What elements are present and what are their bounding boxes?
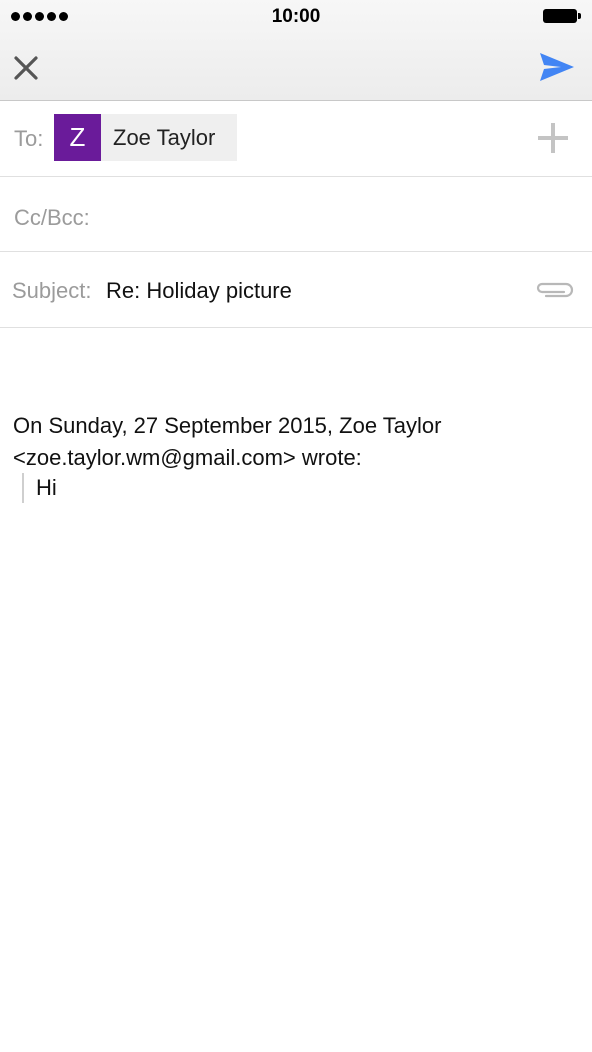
subject-label: Subject: <box>12 278 92 303</box>
to-label: To: <box>14 126 44 151</box>
to-row: To: Z Zoe Taylor <box>0 101 592 177</box>
recipient-name: Zoe Taylor <box>113 124 216 150</box>
top-bar: 10:00 <box>0 0 592 101</box>
subject-input[interactable]: Re: Holiday picture <box>106 278 292 304</box>
message-body[interactable]: On Sunday, 27 September 2015, Zoe Taylor… <box>0 328 592 1052</box>
recipient-avatar: Z <box>54 114 101 161</box>
cc-bcc-row[interactable]: Cc/Bcc: <box>0 177 592 252</box>
status-time: 10:00 <box>271 6 321 27</box>
close-icon <box>14 56 38 80</box>
attach-button[interactable] <box>532 276 576 302</box>
add-recipient-button[interactable] <box>534 119 572 157</box>
close-button[interactable] <box>6 50 46 86</box>
status-bar: 10:00 <box>0 0 592 34</box>
plus-icon <box>538 123 568 153</box>
send-icon <box>540 53 574 81</box>
send-button[interactable] <box>536 48 578 86</box>
quote-header: On Sunday, 27 September 2015, Zoe Taylor… <box>13 410 583 474</box>
subject-row: Subject: Re: Holiday picture <box>0 252 592 328</box>
quoted-text: Hi <box>22 473 57 503</box>
paperclip-icon <box>536 282 574 298</box>
recipient-chip[interactable]: Z Zoe Taylor <box>54 114 237 161</box>
quote-header-line-2: <zoe.taylor.wm@gmail.com> wrote: <box>13 445 362 470</box>
cc-bcc-label: Cc/Bcc: <box>14 205 90 230</box>
compose-screen: 10:00 To: Z Zoe Taylor Cc/Bcc: Subject: … <box>0 0 592 1052</box>
battery-icon <box>543 9 581 23</box>
quote-header-line-1: On Sunday, 27 September 2015, Zoe Taylor <box>13 413 442 438</box>
